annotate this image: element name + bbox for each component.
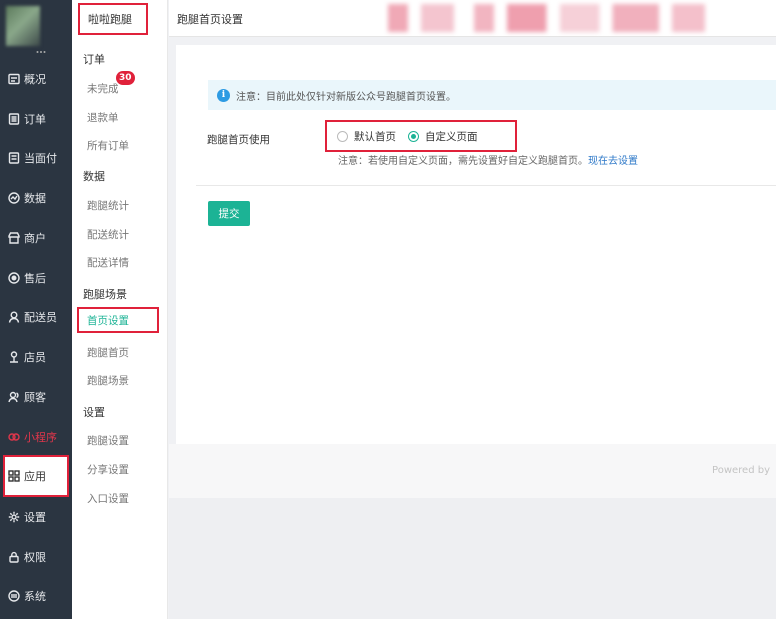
redacted-area — [375, 4, 705, 32]
setup-now-link[interactable]: 现在去设置 — [588, 156, 638, 167]
sidebar-item-orders[interactable]: 订单 — [0, 103, 72, 135]
sidebar-item-label: 概况 — [24, 73, 46, 86]
help-note: 注意：若使用自定义页面，需先设置好自定义跑腿首页。现在去设置 — [338, 152, 638, 167]
customer-icon — [7, 391, 20, 404]
lock-icon — [7, 551, 20, 564]
menu-item-delivery-details[interactable]: 配送详情 — [87, 255, 129, 270]
powered-by-text: Powered by — [712, 465, 770, 476]
sidebar-item-label: 商户 — [24, 232, 46, 245]
page-title: 跑腿首页设置 — [177, 13, 243, 26]
sidebar-item-clerk[interactable]: 店员 — [0, 341, 72, 373]
sidebar-item-settings[interactable]: 设置 — [0, 501, 72, 533]
menu-item-refunds[interactable]: 退款单 — [87, 110, 119, 125]
menu-item-all-orders[interactable]: 所有订单 — [87, 138, 129, 153]
submit-button[interactable]: 提交 — [208, 201, 250, 226]
sidebar-item-label: 店员 — [24, 351, 46, 364]
after-sale-icon — [7, 272, 20, 285]
menu-group-scenes: 跑腿场景 — [83, 288, 127, 301]
count-badge: 30 — [116, 71, 135, 85]
courier-icon — [7, 311, 20, 324]
menu-item-delivery-stats[interactable]: 配送统计 — [87, 227, 129, 242]
sidebar-item-label: 数据 — [24, 192, 46, 205]
menu-item-entry-settings[interactable]: 入口设置 — [87, 491, 129, 506]
apps-icon — [7, 470, 20, 483]
info-icon: i — [217, 88, 230, 102]
main-sidebar: 概况 订单 当面付 数据 商户 售后 配送员 店员 顾客 小程序 应用 设置 权… — [0, 0, 72, 619]
notice-bar: i 注意：目前此处仅针对新版公众号跑腿首页设置。 — [208, 80, 776, 110]
page-background — [169, 498, 776, 619]
home-page-radio-group: 默认首页 自定义页面 — [325, 120, 517, 152]
radio-label: 默认首页 — [354, 130, 396, 143]
sidebar-item-apps[interactable]: 应用 — [3, 455, 69, 497]
sidebar-item-overview[interactable]: 概况 — [0, 63, 72, 95]
pay-icon — [7, 152, 20, 165]
sidebar-item-label: 权限 — [24, 551, 46, 564]
menu-item-errand-scenes[interactable]: 跑腿场景 — [87, 373, 129, 388]
avatar[interactable] — [6, 6, 40, 46]
menu-group-orders: 订单 — [83, 53, 105, 66]
sidebar-item-courier[interactable]: 配送员 — [0, 301, 72, 333]
sidebar-item-data[interactable]: 数据 — [0, 182, 72, 214]
sidebar-item-label: 小程序 — [24, 431, 57, 444]
menu-item-errand-stats[interactable]: 跑腿统计 — [87, 198, 129, 213]
radio-default-home[interactable]: 默认首页 — [337, 129, 396, 144]
sidebar-item-label: 售后 — [24, 272, 46, 285]
gear-icon — [7, 511, 20, 524]
radio-custom-page[interactable]: 自定义页面 — [408, 129, 478, 144]
sidebar-item-label: 系统 — [24, 590, 46, 603]
top-header: 跑腿首页设置 — [169, 0, 776, 37]
divider — [196, 185, 776, 186]
sidebar-item-label: 应用 — [24, 470, 46, 483]
menu-group-settings: 设置 — [83, 406, 105, 419]
sidebar-item-label: 设置 — [24, 511, 46, 524]
sidebar-item-permissions[interactable]: 权限 — [0, 541, 72, 573]
sidebar-item-face-pay[interactable]: 当面付 — [0, 142, 72, 174]
merchant-icon — [7, 232, 20, 245]
radio-unchecked-icon[interactable] — [337, 130, 348, 142]
menu-item-share-settings[interactable]: 分享设置 — [87, 462, 129, 477]
field-label: 跑腿首页使用 — [207, 134, 270, 146]
sidebar-item-system[interactable]: 系统 — [0, 580, 72, 612]
footer: Powered by — [169, 444, 776, 498]
sidebar-item-label: 顾客 — [24, 391, 46, 404]
menu-item-incomplete[interactable]: 未完成 — [87, 81, 119, 96]
radio-checked-icon[interactable] — [408, 130, 419, 142]
sidebar-item-customer[interactable]: 顾客 — [0, 381, 72, 413]
data-icon — [7, 192, 20, 205]
mini-program-icon — [7, 431, 20, 444]
menu-item-home-settings[interactable]: 首页设置 — [77, 307, 159, 333]
clerk-icon — [7, 351, 20, 364]
settings-card: i 注意：目前此处仅针对新版公众号跑腿首页设置。 跑腿首页使用 默认首页 自定义… — [176, 45, 776, 444]
sidebar-item-after-sale[interactable]: 售后 — [0, 262, 72, 294]
sidebar-item-label: 当面付 — [24, 152, 57, 165]
order-icon — [7, 113, 20, 126]
radio-label: 自定义页面 — [425, 130, 478, 143]
submenu-title: 啦啦跑腿 — [78, 3, 148, 35]
help-note-text: 注意：若使用自定义页面，需先设置好自定义跑腿首页。 — [338, 156, 588, 167]
menu-group-data: 数据 — [83, 170, 105, 183]
menu-item-errand-home[interactable]: 跑腿首页 — [87, 345, 129, 360]
sidebar-item-label: 订单 — [24, 113, 46, 126]
sidebar-item-mini-program[interactable]: 小程序 — [0, 421, 72, 453]
menu-item-errand-settings[interactable]: 跑腿设置 — [87, 433, 129, 448]
sub-menu: 啦啦跑腿 订单 未完成 30 退款单 所有订单 数据 跑腿统计 配送统计 配送详… — [72, 0, 168, 619]
sidebar-item-label: 配送员 — [24, 311, 57, 324]
notice-text: 注意：目前此处仅针对新版公众号跑腿首页设置。 — [236, 91, 456, 103]
more-icon — [36, 51, 46, 53]
overview-icon — [7, 73, 20, 86]
system-icon — [7, 590, 20, 603]
sidebar-item-merchant[interactable]: 商户 — [0, 222, 72, 254]
